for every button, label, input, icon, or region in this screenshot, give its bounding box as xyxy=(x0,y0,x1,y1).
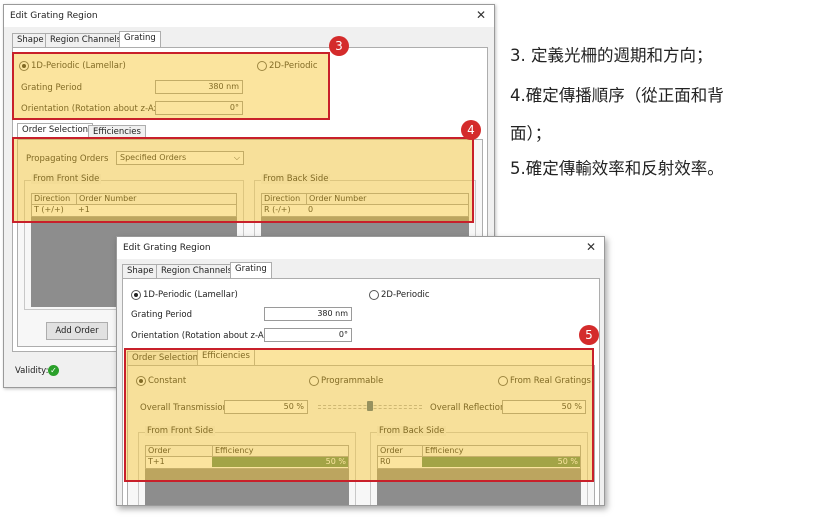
tab-region-channels[interactable]: Region Channels xyxy=(156,264,238,278)
validity-label: Validity: xyxy=(15,366,49,376)
dialog-title: Edit Grating Region xyxy=(10,11,98,21)
radio-1d-periodic[interactable] xyxy=(131,290,141,300)
badge-5: 5 xyxy=(579,325,599,345)
note-step-4-cont: 面）； xyxy=(510,124,552,143)
orientation-input[interactable]: 0° xyxy=(264,328,352,342)
dialog-title: Edit Grating Region xyxy=(123,243,211,253)
note-step-4: 4.確定傳播順序（從正面和背 xyxy=(510,86,724,105)
tab-shape[interactable]: Shape xyxy=(122,264,159,278)
title-bar: Edit Grating Region ✕ xyxy=(4,5,494,27)
label-1d-periodic: 1D-Periodic (Lamellar) xyxy=(143,290,238,300)
label-2d-periodic: 2D-Periodic xyxy=(381,290,430,300)
highlight-efficiencies xyxy=(124,348,594,482)
badge-4: 4 xyxy=(461,120,481,140)
close-icon[interactable]: ✕ xyxy=(584,240,598,254)
tab-grating[interactable]: Grating xyxy=(119,31,161,47)
highlight-order-selection xyxy=(12,137,474,223)
badge-3: 3 xyxy=(329,36,349,56)
grating-period-label: Grating Period xyxy=(131,310,192,320)
orientation-label: Orientation (Rotation about z-Axis) xyxy=(131,331,279,341)
note-step-5: 5.確定傳輸效率和反射效率。 xyxy=(510,159,724,178)
title-bar: Edit Grating Region ✕ xyxy=(117,237,604,259)
tab-shape[interactable]: Shape xyxy=(12,33,49,47)
note-step-3: 3. 定義光柵的週期和方向； xyxy=(510,46,713,65)
highlight-grating-settings xyxy=(12,52,330,120)
tab-region-channels[interactable]: Region Channels xyxy=(45,33,127,47)
close-icon[interactable]: ✕ xyxy=(474,8,488,22)
grating-period-input[interactable]: 380 nm xyxy=(264,307,352,321)
tab-grating[interactable]: Grating xyxy=(230,262,272,278)
radio-2d-periodic[interactable] xyxy=(369,290,379,300)
check-icon: ✓ xyxy=(48,365,59,376)
add-order-button[interactable]: Add Order xyxy=(46,322,108,340)
